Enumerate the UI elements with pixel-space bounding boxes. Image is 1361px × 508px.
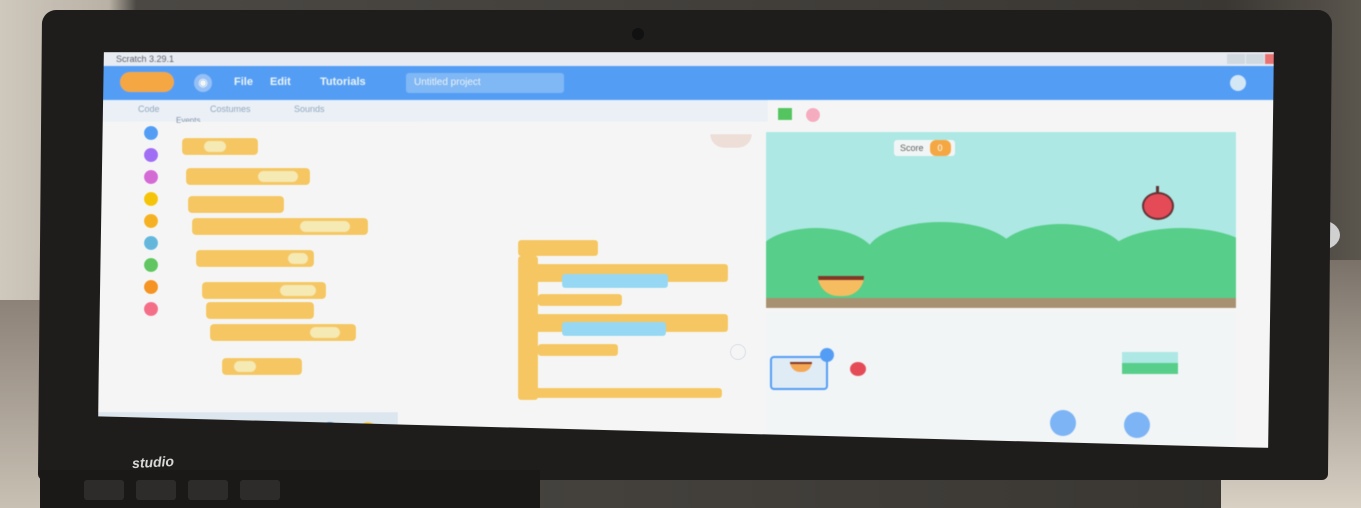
palette-block[interactable] [222, 358, 302, 375]
minimize-button[interactable] [1227, 54, 1245, 64]
sprite-apple-icon[interactable] [850, 362, 866, 376]
webcam-icon [632, 28, 644, 40]
bowl-icon [790, 362, 812, 372]
ground [766, 298, 1236, 308]
category-sensing-icon[interactable] [144, 236, 158, 250]
palette-block[interactable] [182, 138, 258, 155]
category-motion-icon[interactable] [144, 126, 158, 140]
block-end [518, 388, 722, 398]
window-title: Scratch 3.29.1 [116, 54, 175, 64]
menu-file[interactable]: File [234, 76, 253, 88]
window-titlebar: Scratch 3.29.1 [98, 52, 1274, 66]
hat-block[interactable] [518, 240, 598, 256]
category-looks-icon[interactable] [144, 148, 158, 162]
close-button[interactable] [1265, 54, 1274, 64]
sprite-pane [766, 312, 1236, 448]
account-icon[interactable] [1230, 75, 1246, 91]
tab-costumes[interactable]: Costumes [210, 104, 251, 114]
category-operators-icon[interactable] [144, 258, 158, 272]
keyboard [40, 470, 540, 508]
palette-block[interactable] [210, 324, 356, 341]
sprite-card-bowl[interactable] [770, 348, 834, 390]
score-value: 0 [929, 140, 951, 156]
scratch-logo[interactable] [120, 72, 174, 92]
category-sound-icon[interactable] [144, 170, 158, 184]
sensing-block[interactable] [562, 322, 666, 336]
project-title-input[interactable]: Untitled project [406, 73, 564, 93]
palette-block[interactable] [196, 250, 314, 267]
stop-icon[interactable] [806, 108, 820, 122]
key [240, 480, 280, 500]
backdrop-thumbnail[interactable] [1122, 352, 1178, 374]
maximize-button[interactable] [1246, 54, 1264, 64]
category-variables-icon[interactable] [144, 280, 158, 294]
change-block[interactable] [538, 294, 622, 306]
category-list [134, 122, 182, 422]
add-backdrop-button[interactable] [1124, 412, 1150, 438]
category-events-icon[interactable] [144, 192, 158, 206]
apple-sprite[interactable] [1142, 192, 1174, 220]
window-controls [1226, 54, 1274, 64]
tab-code[interactable]: Code [138, 104, 160, 114]
stage-controls [770, 104, 1274, 128]
palette-block[interactable] [202, 282, 326, 299]
green-flag-icon[interactable] [778, 108, 792, 120]
current-sprite-icon [710, 134, 752, 148]
score-monitor: Score 0 [894, 140, 955, 156]
zoom-in-icon[interactable] [730, 344, 746, 360]
palette-block[interactable] [206, 302, 314, 319]
menu-tutorials[interactable]: Tutorials [320, 76, 366, 88]
laptop-screen: Scratch 3.29.1 ◉ File Edit Tutorials Unt… [98, 52, 1274, 448]
stage: Score 0 [766, 132, 1236, 308]
menu-bar: ◉ File Edit Tutorials Untitled project [98, 66, 1274, 100]
sensing-block[interactable] [562, 274, 668, 288]
key [84, 480, 124, 500]
palette-block[interactable] [192, 218, 368, 235]
score-label: Score [900, 143, 924, 153]
key [136, 480, 176, 500]
palette-block[interactable] [188, 196, 284, 213]
block-palette [182, 122, 422, 422]
globe-icon[interactable]: ◉ [194, 74, 212, 92]
tab-sounds[interactable]: Sounds [294, 104, 325, 114]
category-control-icon[interactable] [144, 214, 158, 228]
menu-edit[interactable]: Edit [270, 76, 291, 88]
category-myblocks-icon[interactable] [144, 302, 158, 316]
delete-sprite-icon[interactable] [820, 348, 834, 362]
change-block[interactable] [538, 344, 618, 356]
laptop-brand: studio [131, 452, 175, 472]
add-sprite-button[interactable] [1050, 410, 1076, 436]
code-area [422, 122, 752, 448]
key [188, 480, 228, 500]
palette-block[interactable] [186, 168, 310, 185]
